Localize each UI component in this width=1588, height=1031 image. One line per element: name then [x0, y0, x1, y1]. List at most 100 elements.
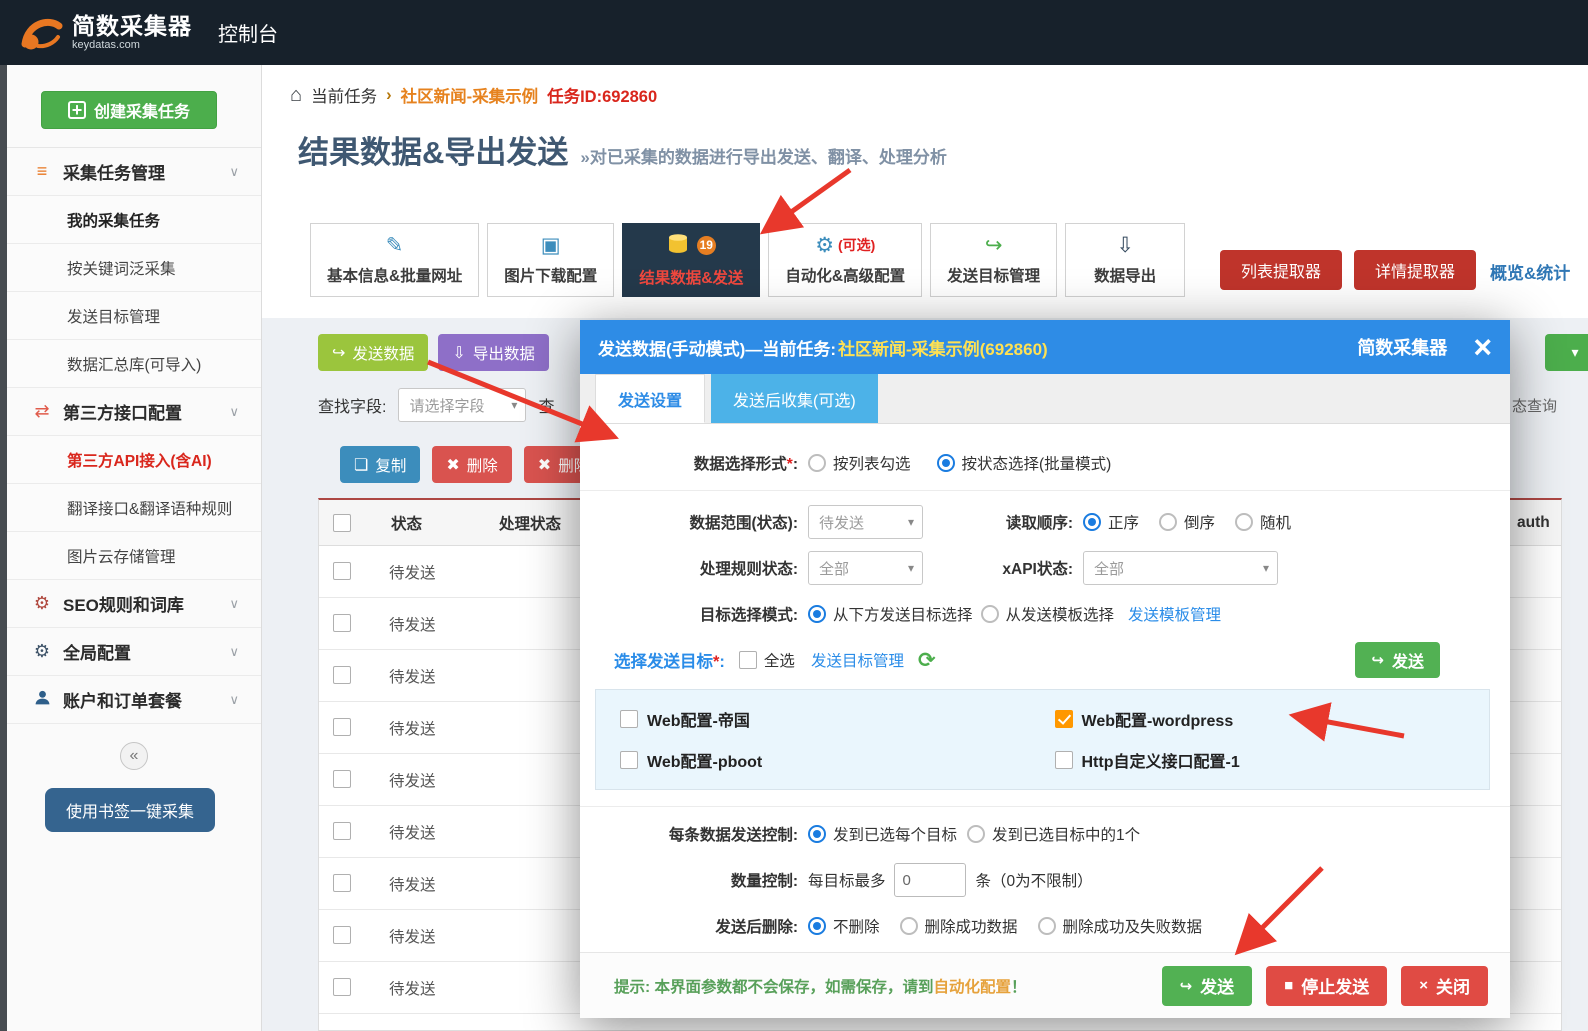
xapi-status-select[interactable]: 全部 ▾: [1083, 551, 1278, 585]
radio-by-status[interactable]: 按状态选择(批量模式): [937, 452, 1112, 474]
data-range-select[interactable]: 待发送 ▾: [808, 505, 923, 539]
send-data-modal: 发送数据(手动模式)—当前任务: 社区新闻-采集示例(692860) 简数采集器…: [580, 320, 1510, 1018]
quantity-control-label: 数量控制:: [580, 869, 808, 891]
tab-send-settings[interactable]: 发送设置: [595, 374, 705, 423]
quantity-input[interactable]: [894, 863, 966, 897]
list-extractor-button[interactable]: 列表提取器: [1220, 250, 1342, 290]
chevron-down-icon: ∨: [229, 692, 239, 708]
row-status: 待发送: [389, 873, 436, 895]
sidebar-group-global-config[interactable]: ⚙ 全局配置 ∨: [7, 628, 261, 676]
tab-image-download[interactable]: ▣ 图片下载配置: [487, 223, 614, 297]
bookmark-collect-button[interactable]: 使用书签一键采集: [45, 788, 215, 832]
automation-config-link[interactable]: 自动化配置: [933, 979, 1011, 996]
tab-basic-info[interactable]: ✎ 基本信息&批量网址: [310, 223, 479, 297]
radio-order-asc[interactable]: 正序: [1083, 511, 1139, 533]
tab-post-send-collect[interactable]: 发送后收集(可选): [711, 374, 878, 423]
field-select[interactable]: 请选择字段 ▾: [398, 388, 526, 422]
row-checkbox[interactable]: [333, 562, 351, 580]
detail-extractor-button[interactable]: 详情提取器: [1354, 250, 1476, 290]
template-manage-link[interactable]: 发送模板管理: [1128, 603, 1221, 625]
row-checkbox[interactable]: [333, 978, 351, 996]
radio-target-template[interactable]: 从发送模板选择: [981, 603, 1115, 625]
row-status: 待发送: [389, 717, 436, 739]
row-checkbox[interactable]: [333, 926, 351, 944]
sidebar-group-third-party[interactable]: ⇄ 第三方接口配置 ∨: [7, 388, 261, 436]
sidebar-item-image-cloud[interactable]: 图片云存储管理: [7, 532, 261, 580]
column-status: 状态: [391, 500, 422, 546]
breadcrumb-current-task[interactable]: 当前任务: [311, 83, 377, 107]
tab-label: 基本信息&批量网址: [327, 264, 462, 286]
radio-delete-success-fail[interactable]: 删除成功及失败数据: [1038, 915, 1203, 937]
radio-label: 删除成功数据: [925, 915, 1018, 937]
row-checkbox[interactable]: [333, 614, 351, 632]
tab-result-data-send[interactable]: 19 结果数据&发送: [622, 223, 760, 297]
sidebar-group-seo[interactable]: ⚙ SEO规则和词库 ∨: [7, 580, 261, 628]
user-icon: [29, 689, 55, 711]
column-auth-partial: auth: [1517, 500, 1550, 546]
row-checkbox[interactable]: [333, 718, 351, 736]
sidebar-item-api-access[interactable]: 第三方API接入(含AI): [7, 436, 261, 484]
radio-order-random[interactable]: 随机: [1235, 511, 1291, 533]
target-web-pboot[interactable]: Web配置-pboot: [620, 748, 1055, 772]
tab-data-export[interactable]: ⇩ 数据导出: [1065, 223, 1185, 297]
select-all-label: 全选: [764, 649, 795, 671]
select-all-checkbox[interactable]: [333, 514, 351, 532]
send-button[interactable]: ↪ 发送: [1162, 966, 1253, 1006]
target-web-wordpress[interactable]: Web配置-wordpress: [1055, 707, 1490, 731]
target-manage-link[interactable]: 发送目标管理: [811, 649, 904, 671]
select-all-targets[interactable]: 全选: [739, 649, 795, 671]
sidebar-group-task-management[interactable]: ≡ 采集任务管理 ∨: [7, 148, 261, 196]
row-checkbox[interactable]: [333, 770, 351, 788]
radio-no-delete[interactable]: 不删除: [808, 915, 880, 937]
tab-automation-config[interactable]: ⚙ (可选) 自动化&高级配置: [768, 223, 922, 297]
stop-send-button[interactable]: ■ 停止发送: [1266, 966, 1387, 1006]
breadcrumb-task-name[interactable]: 社区新闻-采集示例: [401, 83, 539, 107]
row-checkbox[interactable]: [333, 822, 351, 840]
delete-button[interactable]: ✖ 删除: [432, 446, 511, 483]
close-icon[interactable]: ×: [1473, 331, 1492, 363]
sidebar-collapse-button[interactable]: «: [120, 742, 148, 770]
partial-green-button[interactable]: ▾: [1545, 334, 1588, 371]
sidebar-item-keyword-collect[interactable]: 按关键词泛采集: [7, 244, 261, 292]
collapse-icon: «: [130, 747, 139, 765]
breadcrumb-separator: ›: [386, 86, 392, 105]
checkbox-icon: [1055, 751, 1073, 769]
target-http-custom[interactable]: Http自定义接口配置-1: [1055, 748, 1490, 772]
radio-send-one-target[interactable]: 发到已选目标中的1个: [967, 823, 1140, 845]
close-button[interactable]: × 关闭: [1401, 966, 1488, 1006]
data-range-row: 数据范围(状态): 待发送 ▾ 读取顺序: 正序 倒序 随机: [580, 499, 1510, 545]
download-icon: ⇩: [1116, 235, 1134, 256]
data-actions-row: ↪ 发送数据 ⇩ 导出数据: [318, 334, 549, 371]
radio-order-desc[interactable]: 倒序: [1159, 511, 1215, 533]
create-task-button[interactable]: + 创建采集任务: [41, 91, 217, 129]
send-icon: ↪: [332, 343, 345, 363]
radio-target-below[interactable]: 从下方发送目标选择: [808, 603, 973, 625]
row-checkbox[interactable]: [333, 874, 351, 892]
refresh-icon[interactable]: ⟳: [918, 648, 936, 673]
sidebar-item-my-tasks[interactable]: 我的采集任务: [7, 196, 261, 244]
brand[interactable]: 简数采集器 keydatas.com: [18, 13, 192, 53]
sidebar-item-send-targets[interactable]: 发送目标管理: [7, 292, 261, 340]
send-data-button[interactable]: ↪ 发送数据: [318, 334, 428, 371]
send-button-inline[interactable]: ↪ 发送: [1355, 642, 1440, 678]
radio-send-each-target[interactable]: 发到已选每个目标: [808, 823, 957, 845]
radio-by-list[interactable]: 按列表勾选: [808, 452, 911, 474]
after-send-delete-label: 发送后删除:: [580, 915, 808, 937]
row-checkbox[interactable]: [333, 666, 351, 684]
target-web-diguo[interactable]: Web配置-帝国: [620, 707, 1055, 731]
rule-status-select[interactable]: 全部 ▾: [808, 551, 923, 585]
export-data-button[interactable]: ⇩ 导出数据: [438, 334, 548, 371]
sidebar-item-data-warehouse[interactable]: 数据汇总库(可导入): [7, 340, 261, 388]
extractor-buttons: 列表提取器 详情提取器: [1220, 250, 1476, 290]
radio-label: 按状态选择(批量模式): [962, 452, 1112, 474]
delete-label: 删除: [467, 454, 498, 476]
partial-search-label: 查: [538, 393, 554, 417]
sidebar-group-account[interactable]: 账户和订单套餐 ∨: [7, 676, 261, 724]
tab-send-target-management[interactable]: ↪ 发送目标管理: [930, 223, 1057, 297]
overview-stats-link[interactable]: 概览&统计: [1490, 259, 1570, 284]
column-process-status: 处理状态: [499, 500, 561, 546]
copy-button[interactable]: ❏ 复制: [340, 446, 420, 483]
radio-delete-success[interactable]: 删除成功数据: [900, 915, 1018, 937]
sidebar-group-label: 全局配置: [63, 639, 131, 664]
sidebar-item-translate-rules[interactable]: 翻译接口&翻译语种规则: [7, 484, 261, 532]
